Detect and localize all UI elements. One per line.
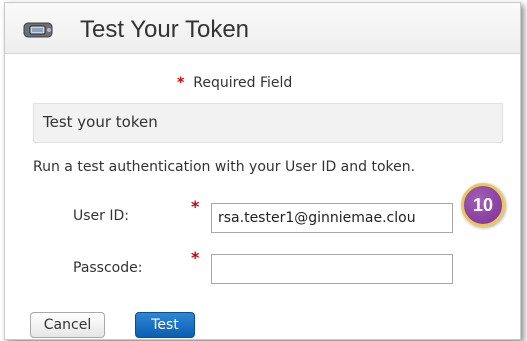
section-title: Test your token <box>43 113 158 131</box>
title-bar: Test Your Token <box>5 3 520 54</box>
passcode-required-star: * <box>191 248 200 267</box>
required-field-note: * Required Field <box>177 75 292 91</box>
required-star: * <box>177 75 185 91</box>
instructions-text: Run a test authentication with your User… <box>33 159 416 175</box>
test-token-dialog: Test Your Token * Required Field Test yo… <box>4 2 521 340</box>
dialog-title: Test Your Token <box>80 16 250 43</box>
required-field-label: Required Field <box>193 75 293 91</box>
user-id-label: User ID: <box>73 208 129 224</box>
user-id-input[interactable] <box>211 203 453 233</box>
passcode-label: Passcode: <box>73 260 143 276</box>
test-button[interactable]: Test <box>135 312 195 338</box>
user-id-required-star: * <box>191 197 200 216</box>
section-header: Test your token <box>33 103 503 143</box>
token-icon <box>23 22 53 38</box>
passcode-input[interactable] <box>211 254 453 284</box>
step-number-badge: 10 <box>461 183 505 227</box>
cancel-button[interactable]: Cancel <box>30 312 105 338</box>
